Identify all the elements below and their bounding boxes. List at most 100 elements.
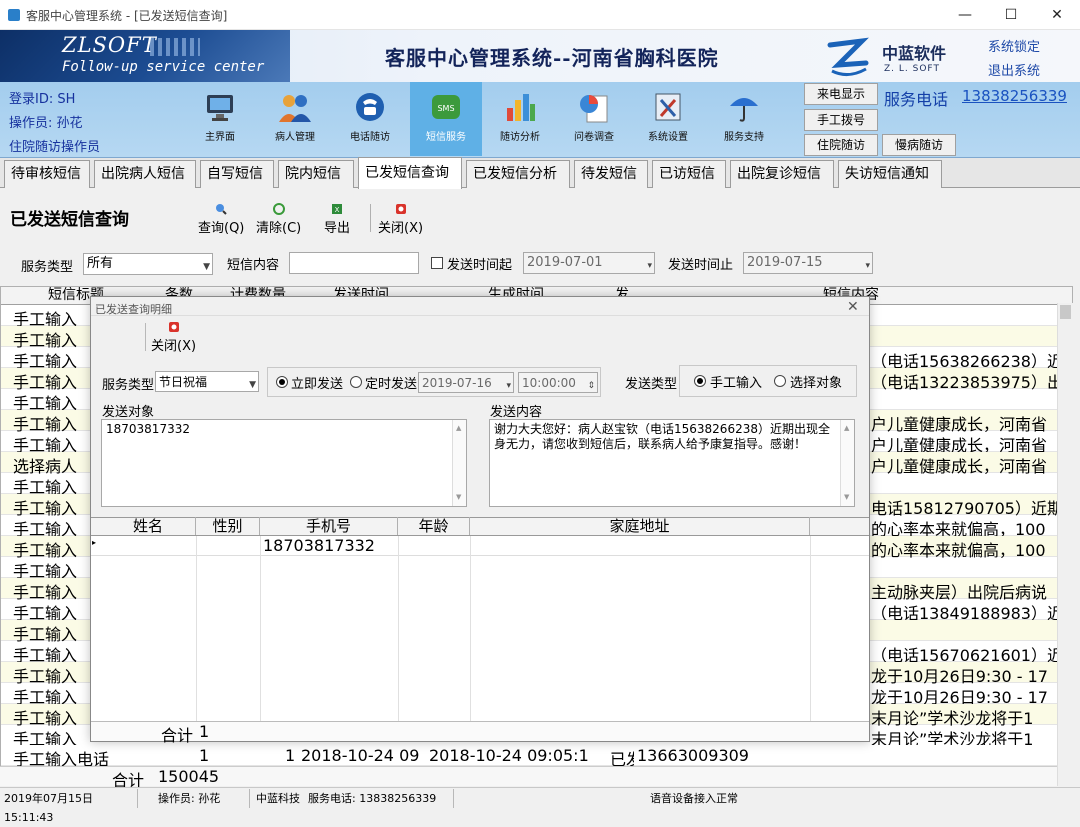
- tab-pending-review[interactable]: 待审核短信: [4, 160, 90, 188]
- service-type-select[interactable]: 所有 ▼: [83, 253, 213, 275]
- sms-icon: SMS: [432, 95, 460, 119]
- window-titlebar: 客服中心管理系统 - [已发送短信查询] — ☐ ✕: [0, 0, 1080, 30]
- col-gender[interactable]: 性别: [196, 517, 260, 535]
- content-input[interactable]: [289, 252, 419, 274]
- toolbar-followup-analysis[interactable]: 随访分析: [484, 82, 556, 156]
- dialog-close-button[interactable]: 关闭(X): [151, 321, 196, 354]
- table-row[interactable]: ▸ 18703817332: [91, 536, 869, 556]
- dlg-service-type-select[interactable]: 节日祝福 ▼: [155, 371, 259, 392]
- svg-text:SMS: SMS: [437, 104, 454, 113]
- chronic-followup-button[interactable]: 慢病随访: [882, 134, 956, 156]
- grid-vertical-scrollbar[interactable]: [1057, 303, 1073, 786]
- status-bar: 2019年07月15日 15:11:43 操作员: 孙花 中蓝科技 服务电话: …: [0, 787, 1080, 824]
- close-page-button[interactable]: 关闭(X): [378, 203, 423, 236]
- svg-text:X: X: [335, 206, 340, 214]
- caller-id-button[interactable]: 来电显示: [804, 83, 878, 105]
- inpatient-followup-button[interactable]: 住院随访: [804, 134, 878, 156]
- tab-self-written[interactable]: 自写短信: [200, 160, 274, 188]
- dlg-date-input[interactable]: 2019-07-16 ▾: [418, 372, 514, 393]
- toolbar-sms-service[interactable]: SMS 短信服务: [410, 82, 482, 156]
- content-label: 短信内容: [227, 258, 280, 273]
- status-company: 中蓝科技: [256, 792, 300, 805]
- manual-input-radio[interactable]: [694, 375, 706, 387]
- dlg-time-input[interactable]: 10:00:00 ⇕: [518, 372, 598, 393]
- send-kind-label: 发送类型: [625, 377, 678, 392]
- vendor-subtitle: Z. L. SOFT: [884, 64, 940, 74]
- scroll-thumb[interactable]: [1060, 305, 1071, 319]
- umbrella-icon: [730, 98, 758, 122]
- excel-icon: X: [332, 204, 342, 214]
- vendor-name: 中蓝软件: [882, 44, 947, 63]
- toolbar-patient-management[interactable]: 病人管理: [259, 82, 331, 156]
- app-icon: [8, 9, 20, 21]
- tab-sent-query[interactable]: 已发短信查询: [358, 157, 462, 189]
- col-age[interactable]: 年龄: [398, 517, 470, 535]
- tab-visited[interactable]: 已访短信: [652, 160, 726, 188]
- content-label: 发送内容: [490, 405, 543, 420]
- export-button[interactable]: X 导出: [324, 203, 350, 236]
- row-pointer-icon: ▸: [92, 538, 97, 547]
- toolbar-service-support[interactable]: 服务支持: [708, 82, 780, 156]
- recipient-total-row: 合计 1: [91, 721, 869, 745]
- clear-button[interactable]: 清除(C): [256, 203, 301, 236]
- window-title: 客服中心管理系统 - [已发送短信查询]: [26, 9, 228, 23]
- dlg-service-type-label: 服务类型: [102, 378, 155, 393]
- send-time-checkbox[interactable]: [431, 257, 443, 269]
- service-phone-label: 服务电话: [884, 90, 949, 109]
- search-icon: [216, 204, 227, 215]
- table-row[interactable]: 手工输入电话 1 1 2018-10-24 09 2018-10-24 09:0…: [1, 745, 1072, 769]
- calendar-icon: ▾: [865, 261, 870, 271]
- status-voice: 语音设备接入正常: [650, 792, 738, 805]
- send-now-radio[interactable]: [276, 376, 288, 388]
- toolbar-questionnaire[interactable]: 问卷调查: [558, 82, 630, 156]
- tab-sent-analysis[interactable]: 已发短信分析: [466, 160, 570, 188]
- recycle-icon: [272, 203, 285, 215]
- toolbar-system-settings[interactable]: 系统设置: [632, 82, 704, 156]
- recipient-grid-header: 姓名 性别 手机号 年龄 家庭地址: [91, 517, 869, 536]
- target-textarea[interactable]: 18703817332: [101, 419, 467, 507]
- query-button[interactable]: 查询(Q): [198, 203, 244, 236]
- maximize-button[interactable]: ☐: [988, 0, 1034, 30]
- tools-icon: [655, 93, 681, 121]
- bar-chart-icon: [507, 94, 535, 121]
- tab-discharge-revisit[interactable]: 出院复诊短信: [730, 160, 834, 188]
- minimize-button[interactable]: —: [942, 0, 988, 30]
- operator-name: 操作员: 孙花: [9, 116, 83, 131]
- page-title: 已发送短信查询: [10, 210, 129, 230]
- chevron-down-icon: ▼: [203, 262, 210, 272]
- login-id: 登录ID: SH: [9, 92, 76, 107]
- close-window-button[interactable]: ✕: [1034, 0, 1080, 30]
- logo-subtitle: Follow-up service center: [62, 59, 265, 75]
- sent-detail-dialog: 已发送查询明细 ✕ 关闭(X) 服务类型 节日祝福 ▼ 立即发送 定时发送 201…: [90, 296, 870, 745]
- tab-lost-followup[interactable]: 失访短信通知: [838, 160, 942, 188]
- manual-dial-button[interactable]: 手工拨号: [804, 109, 878, 131]
- col-address[interactable]: 家庭地址: [470, 517, 810, 535]
- zlsoft-logo: ZLSOFT Follow-up service center: [0, 30, 290, 82]
- send-timed-radio[interactable]: [350, 376, 362, 388]
- system-lock-link[interactable]: 系统锁定: [988, 36, 1040, 55]
- send-from-date[interactable]: 2019-07-01 ▾: [523, 252, 655, 274]
- logo-title: ZLSOFT: [62, 33, 157, 57]
- textarea-scrollbar[interactable]: [840, 420, 854, 506]
- telephone-icon: [356, 93, 384, 121]
- textarea-scrollbar[interactable]: [452, 420, 466, 506]
- tab-discharged-sms[interactable]: 出院病人短信: [94, 160, 196, 188]
- tab-to-send[interactable]: 待发短信: [574, 160, 648, 188]
- close-icon: [395, 204, 406, 214]
- calendar-icon: ▾: [647, 261, 652, 271]
- recipient-grid[interactable]: 姓名 性别 手机号 年龄 家庭地址 ▸ 18703817332 合计 1: [91, 517, 869, 745]
- zl-logo-icon: [827, 37, 869, 76]
- toolbar-phone-followup[interactable]: 电话随访: [334, 82, 406, 156]
- system-exit-link[interactable]: 退出系统: [988, 60, 1040, 79]
- col-phone[interactable]: 手机号: [260, 517, 398, 535]
- dialog-close-icon[interactable]: ✕: [847, 299, 859, 315]
- send-to-date[interactable]: 2019-07-15 ▾: [743, 252, 873, 274]
- service-phone-link[interactable]: 13838256339: [962, 87, 1067, 105]
- content-textarea[interactable]: 谢力大夫您好：病人赵宝钦（电话15638266238）近期出现全身无力，请您收到…: [489, 419, 855, 507]
- col-name[interactable]: 姓名: [101, 517, 196, 535]
- grid-total-row: 合计 150045: [0, 766, 1057, 790]
- toolbar-home[interactable]: 主界面: [184, 82, 256, 156]
- tab-in-hospital[interactable]: 院内短信: [278, 160, 354, 188]
- select-target-radio[interactable]: [774, 375, 786, 387]
- monitor-icon: [207, 95, 233, 121]
